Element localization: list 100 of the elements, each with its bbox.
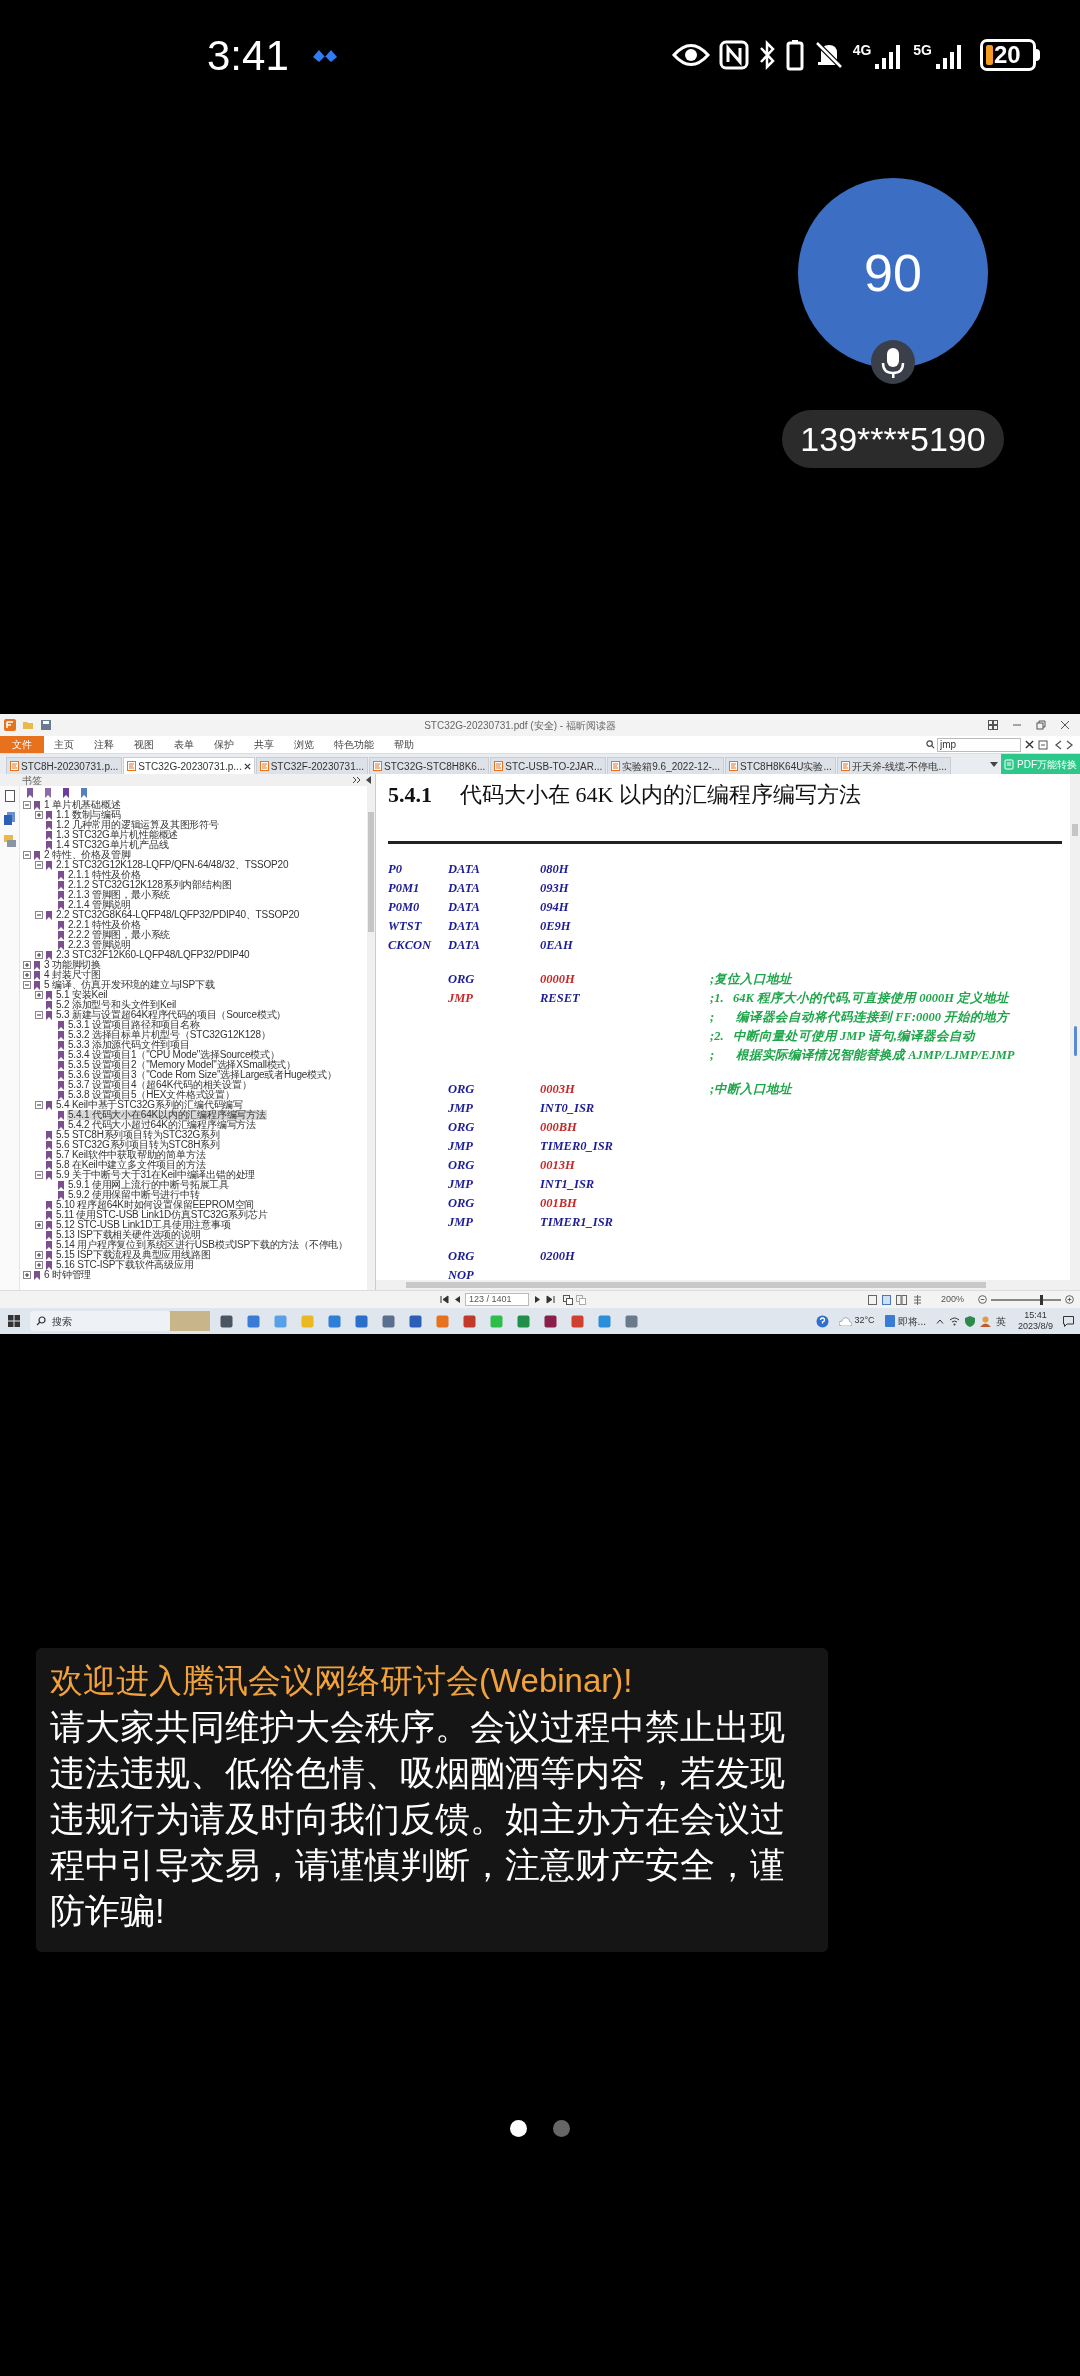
bookmark-item[interactable]: 5.3.6 设置项目3（"Code Rom Size"选择Large或者Huge模式） [67,1070,338,1080]
restore-icon[interactable] [1036,720,1046,730]
two-page-icon[interactable] [895,1294,907,1305]
menu-item[interactable]: 保护 [204,737,244,752]
document-tab[interactable]: STC32F-20230731... [255,757,369,774]
menu-item[interactable]: 浏览 [284,737,324,752]
expand-icon[interactable] [23,971,31,979]
close-icon[interactable] [1060,720,1070,730]
taskbar-app-icon[interactable] [625,1314,638,1328]
bookmark-tool-icon[interactable] [80,787,89,799]
document-tab[interactable]: STC-USB-TO-2JAR... [490,757,607,774]
single-page-icon[interactable] [867,1294,877,1305]
bookmark-item[interactable]: 5.3.5 设置项目2（"Memory Model"选择XSmall模式） [67,1060,298,1070]
collapse-icon[interactable] [35,1171,43,1179]
bookmark-item[interactable]: 4 封装尺寸图 [43,970,102,980]
bookmark-item[interactable]: 5.3.2 选择目标单片机型号（STC32G12K128） [67,1030,272,1040]
bookmark-item[interactable]: 5.3.7 设置项目4（超64K代码的相关设置） [67,1080,253,1090]
bookmark-item[interactable]: 2.3 STC32F12K60-LQFP48/LQFP32/PDIP40 [55,950,251,960]
taskbar-notification[interactable]: 即将... [897,1313,926,1329]
first-page-icon[interactable] [440,1295,449,1304]
last-page-icon[interactable] [546,1295,555,1304]
next-icon[interactable] [1066,739,1074,750]
bookmark-item[interactable]: 2.2.1 特性及价格 [67,920,142,930]
zoom-level[interactable]: 200% [940,1292,964,1307]
bookmark-item[interactable]: 1.1 数制与编码 [55,810,122,820]
next-page-icon[interactable] [534,1295,541,1304]
bookmark-item[interactable]: 2.2.3 管脚说明 [67,940,133,950]
taskbar-app-icon[interactable] [544,1314,557,1328]
collapse-icon[interactable] [35,1011,43,1019]
expand-icon[interactable] [35,811,43,819]
expand-icon[interactable] [35,951,43,959]
menu-item[interactable]: 特色功能 [324,737,384,752]
menu-item[interactable]: 视图 [124,737,164,752]
user-icon[interactable] [979,1315,991,1327]
bookmark-item[interactable]: 1.3 STC32G单片机性能概述 [55,830,180,840]
bookmark-item[interactable]: 5.2 添加型号和头文件到Keil [55,1000,177,1010]
collapse-icon[interactable] [23,981,31,989]
bookmark-item[interactable]: 2.2 STC32G8K64-LQFP48/LQFP32/PDIP40、TSSOP20 [55,910,301,920]
previous-icon[interactable] [1054,739,1062,750]
menu-item[interactable]: 共享 [244,737,284,752]
save-icon[interactable] [40,719,52,731]
expand-icon[interactable] [35,991,43,999]
bookmark-item[interactable]: 5.3 新建与设置超64K程序代码的项目（Source模式） [55,1010,288,1020]
network-icon[interactable] [948,1316,960,1326]
zoom-out-icon[interactable] [978,1295,987,1304]
bookmark-item[interactable]: 5.12 STC-USB Link1D工具使用注意事项 [55,1220,232,1230]
taskbar-app-icon[interactable] [463,1314,476,1328]
expand-icon[interactable] [35,1221,43,1229]
options-icon[interactable] [1038,739,1048,750]
bookmark-item[interactable]: 2.2.2 管脚图，最小系统 [67,930,172,940]
menu-item[interactable]: 主页 [44,737,84,752]
bookmark-item[interactable]: 5.14 用户程序复位到系统区进行USB模式ISP下载的方法（不停电） [55,1240,349,1250]
taskbar-app-icon[interactable] [382,1314,395,1328]
caret-icon[interactable] [366,776,371,784]
shield-icon[interactable] [964,1315,975,1327]
bookmark-item[interactable]: 2.1.4 管脚说明 [67,900,133,910]
close-icon[interactable] [243,762,251,770]
bookmark-item[interactable]: 5.11 使用STC-USB Link1D仿真STC32G系列芯片 [55,1210,269,1220]
taskbar-app-icon[interactable] [247,1314,260,1328]
collapse-icon[interactable] [23,801,31,809]
zoom-in-icon[interactable] [1065,1295,1074,1304]
collapse-icon[interactable] [35,1101,43,1109]
bookmark-item[interactable]: 5.3.1 设置项目路径和项目名称 [67,1020,201,1030]
scrollbar[interactable] [1070,774,1080,1280]
bookmark-item[interactable]: 2.1.1 特性及价格 [67,870,142,880]
page-icon[interactable] [4,790,15,802]
collapse-panel-icon[interactable] [352,776,362,784]
bookmark-item[interactable]: 2 特性、价格及管脚 [43,850,132,860]
clear-icon[interactable] [1025,740,1034,749]
page-number-field[interactable]: 123 / 1401 [465,1293,529,1306]
scroll-pages-icon[interactable] [911,1294,923,1305]
bookmark-item[interactable]: 5.10 程序超64K时如何设置保留EEPROM空间 [55,1200,256,1210]
bookmark-item[interactable]: 1 单片机基础概述 [43,800,122,810]
bookmark-item[interactable]: 2.1 STC32G12K128-LQFP/QFN-64/48/32、TSSOP20 [55,860,290,870]
bookmark-item[interactable]: 5.9.2 使用保留中断号进行中转 [67,1190,201,1200]
bookmark-item[interactable]: 5.16 STC-ISP下载软件高级应用 [55,1260,195,1270]
collapse-icon[interactable] [35,911,43,919]
input-method-indicator[interactable]: 英 [995,1313,1006,1329]
collapse-icon[interactable] [35,861,43,869]
taskbar-app-icon[interactable] [517,1314,530,1328]
dropdown-arrow-icon[interactable] [990,762,998,768]
taskbar-app-icon[interactable] [220,1314,233,1328]
bookmark-item[interactable]: 1.4 STC32G单片机产品线 [55,840,170,850]
bookmark-item[interactable]: 2.1.3 管脚图，最小系统 [67,890,172,900]
taskbar-app-icon[interactable] [571,1314,584,1328]
document-tab[interactable]: 开天斧-线缆-不停电... [836,757,951,774]
document-tab[interactable]: STC8H-20230731.p... [6,757,123,774]
bookmark-item[interactable]: 5.6 STC32G系列项目转为STC8H系列 [55,1140,221,1150]
bookmark-item[interactable]: 5.3.4 设置项目1（"CPU Mode"选择Source模式） [67,1050,281,1060]
comments-icon[interactable] [3,835,16,847]
search-field[interactable]: jmp [937,737,1021,752]
document-tab[interactable]: STC32G-STC8H8K6... [369,757,490,774]
document-tab[interactable]: 实验箱9.6_2022-12-... [607,757,725,774]
zoom-slider-thumb[interactable] [1040,1294,1043,1305]
menu-item[interactable]: 注释 [84,737,124,752]
menu-item[interactable]: 帮助 [384,737,424,752]
bookmark-item[interactable]: 5.4 Keil中基于STC32G系列的汇编代码编写 [55,1100,245,1110]
continuous-page-icon[interactable] [881,1294,891,1305]
bookmark-tool-icon[interactable] [26,787,35,799]
collapse-icon[interactable] [23,851,31,859]
